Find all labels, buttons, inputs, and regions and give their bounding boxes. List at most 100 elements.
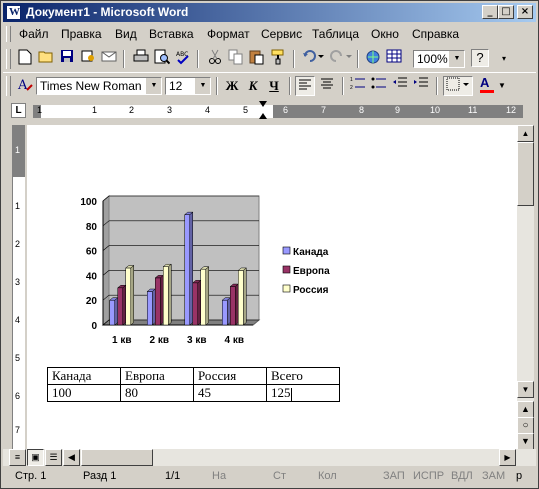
underline-button[interactable]: Ч	[264, 76, 284, 96]
status-trk[interactable]: ИСПР	[413, 470, 444, 482]
table-cell[interactable]: 100	[47, 384, 121, 402]
scroll-right-icon[interactable]: ▶	[499, 449, 516, 466]
outline-view-icon[interactable]: ◀	[63, 449, 80, 466]
normal-view-icon[interactable]: ≡	[9, 449, 26, 466]
save-icon[interactable]	[57, 49, 77, 69]
bar-side	[227, 297, 231, 326]
print-icon[interactable]	[131, 49, 151, 69]
bar	[117, 287, 123, 326]
copy-icon[interactable]	[226, 49, 246, 69]
email-icon[interactable]	[99, 49, 119, 69]
hanging-indent-marker[interactable]	[259, 113, 267, 119]
paste-icon[interactable]	[247, 49, 267, 69]
chevron-down-icon[interactable]: ▼	[195, 78, 210, 94]
menu-view[interactable]: Вид	[115, 27, 137, 41]
scroll-thumb[interactable]	[517, 142, 534, 206]
table-cell[interactable]: Канада	[47, 367, 121, 385]
undo-icon[interactable]	[301, 49, 325, 69]
redo-icon[interactable]	[329, 49, 353, 69]
hyperlink-globe-icon[interactable]	[363, 49, 383, 69]
y-tick-label: 0	[91, 321, 97, 332]
next-page-icon[interactable]: ▼	[517, 433, 534, 450]
menu-format[interactable]: Формат	[207, 27, 250, 41]
maximize-button[interactable]: □	[498, 5, 514, 19]
formatting-toolbar: A Times New Roman ▼ 12 ▼ Ж К Ч 12 A ▼	[3, 72, 536, 99]
zoom-select[interactable]: 100% ▼	[413, 50, 465, 68]
bar	[200, 268, 206, 326]
chevron-down-icon[interactable]: ▼	[146, 78, 161, 94]
table-cell-text: 125	[271, 385, 291, 400]
open-folder-icon[interactable]	[36, 49, 56, 69]
borders-icon[interactable]	[443, 76, 473, 96]
word-app-icon[interactable]	[6, 5, 21, 20]
svg-text:A: A	[17, 78, 28, 92]
bar-side	[122, 284, 126, 326]
hscroll-thumb[interactable]	[81, 449, 153, 466]
new-document-icon[interactable]	[15, 49, 35, 69]
styles-icon[interactable]: A	[15, 76, 35, 96]
menu-tools[interactable]: Сервис	[261, 27, 302, 41]
toolbar-grip[interactable]	[6, 76, 11, 96]
document-page[interactable]: 100 80 60 40 20 0 1 кв 2 кв 3 кв 4 кв Канада Европа…	[27, 125, 517, 449]
table-cell[interactable]: 125	[266, 384, 340, 402]
previous-page-icon[interactable]: ▲	[517, 401, 534, 418]
legend-label: Канада	[293, 247, 329, 258]
toolbar-separator	[436, 77, 438, 95]
vruler-number: 2	[15, 239, 21, 249]
minimize-button[interactable]: _	[482, 5, 498, 19]
align-center-icon[interactable]	[317, 76, 337, 96]
menu-edit[interactable]: Правка	[61, 27, 102, 41]
menu-window[interactable]: Окно	[371, 27, 399, 41]
scroll-down-icon[interactable]: ▼	[517, 381, 534, 398]
table-row: 100 80 45 125	[47, 384, 340, 402]
first-line-indent-marker[interactable]	[259, 101, 267, 107]
status-ext[interactable]: ВДЛ	[451, 470, 473, 482]
table-cell[interactable]: Всего	[266, 367, 340, 385]
vertical-scrollbar[interactable]: ▲ ▼ ▲ ○ ▼	[517, 125, 534, 450]
horizontal-ruler[interactable]: 1 1 2 3 4 5 6 7 8 9 10 11 12	[33, 101, 523, 119]
bullets-icon[interactable]	[369, 76, 389, 96]
select-browse-object-icon[interactable]: ○	[517, 417, 534, 434]
tables-borders-icon[interactable]	[384, 49, 404, 69]
table-cell[interactable]: 80	[120, 384, 194, 402]
tab-selector-icon[interactable]: L	[11, 103, 26, 118]
toolbar-options-icon[interactable]: ▾	[499, 49, 509, 69]
scroll-up-icon[interactable]: ▲	[517, 125, 534, 142]
font-color-button[interactable]: A ▼	[477, 75, 507, 96]
table-cell[interactable]: Россия	[193, 367, 267, 385]
status-ovr[interactable]: ЗАМ	[482, 470, 505, 482]
embedded-chart[interactable]: 100 80 60 40 20 0 1 кв 2 кв 3 кв 4 кв Канада Европа…	[27, 125, 347, 355]
bold-button[interactable]: Ж	[222, 76, 242, 96]
cut-icon[interactable]	[205, 49, 225, 69]
menu-grip[interactable]	[6, 26, 11, 42]
web-view-icon[interactable]: ▣	[27, 449, 44, 466]
italic-button[interactable]: К	[243, 76, 263, 96]
format-painter-icon[interactable]	[268, 49, 288, 69]
align-left-icon[interactable]	[295, 76, 315, 96]
bar-side	[189, 211, 193, 326]
font-size-select[interactable]: 12 ▼	[165, 77, 211, 95]
vruler-number: 3	[15, 277, 21, 287]
print-preview-icon[interactable]	[152, 49, 172, 69]
vertical-ruler[interactable]: 1 1 2 3 4 5 6 7	[12, 125, 25, 449]
data-table[interactable]: Канада Европа Россия Всего 100 80 45 125	[47, 367, 340, 402]
permission-icon[interactable]	[78, 49, 98, 69]
menu-file[interactable]: Файл	[19, 27, 49, 41]
table-cell[interactable]: Европа	[120, 367, 194, 385]
toolbar-grip[interactable]	[6, 49, 11, 69]
status-rec[interactable]: ЗАП	[383, 470, 405, 482]
help-icon[interactable]: ?	[471, 49, 489, 67]
numbering-icon[interactable]: 12	[348, 76, 368, 96]
spelling-icon[interactable]: ABC	[173, 49, 193, 69]
table-cell[interactable]: 45	[193, 384, 267, 402]
increase-indent-icon[interactable]	[411, 76, 431, 96]
close-button[interactable]: ×	[517, 5, 533, 19]
menu-insert[interactable]: Вставка	[149, 27, 194, 41]
ruler-number: 5	[243, 105, 249, 115]
decrease-indent-icon[interactable]	[390, 76, 410, 96]
menu-table[interactable]: Таблица	[312, 27, 359, 41]
print-layout-icon[interactable]: ☰	[45, 449, 62, 466]
font-name-select[interactable]: Times New Roman ▼	[36, 77, 162, 95]
menu-help[interactable]: Справка	[412, 27, 459, 41]
chevron-down-icon[interactable]: ▼	[449, 51, 464, 67]
